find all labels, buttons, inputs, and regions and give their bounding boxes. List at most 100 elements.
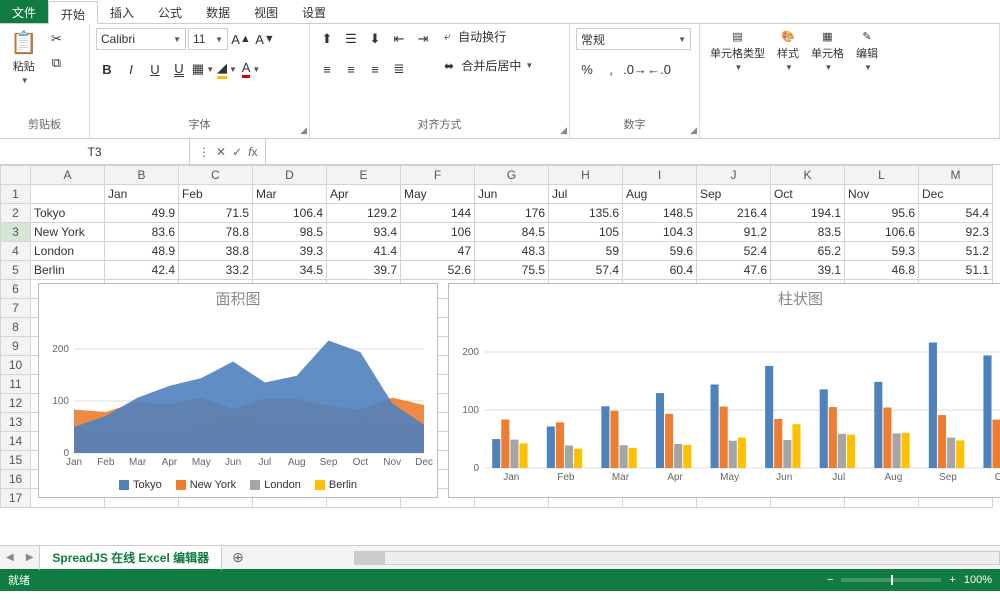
ribbon: 📋 粘贴 ▼ ✂ ⧉ 剪贴板 Calibri▼ 11▼ A▲ A▼ B I U	[0, 24, 1000, 139]
svg-text:Mar: Mar	[612, 472, 630, 483]
tab-file[interactable]: 文件	[0, 0, 48, 23]
merge-button[interactable]: ⬌ 合并后居中▼	[444, 57, 533, 74]
bold-button[interactable]: B	[96, 58, 118, 80]
tab-home[interactable]: 开始	[48, 1, 98, 24]
clipboard-icon: 📋	[10, 30, 37, 56]
align-bottom-button[interactable]: ⬇	[364, 28, 386, 50]
copy-icon: ⧉	[52, 55, 61, 71]
svg-text:Nov: Nov	[383, 457, 401, 468]
fx-button[interactable]: fx	[248, 145, 257, 159]
align-dist-button[interactable]: ≣	[388, 58, 410, 80]
increase-decimal-button[interactable]: .0→	[624, 58, 646, 80]
tab-formula[interactable]: 公式	[146, 0, 194, 23]
zoom-out-button[interactable]: −	[827, 574, 833, 586]
font-color-button[interactable]: A▼	[240, 58, 262, 80]
comma-button[interactable]: ,	[600, 58, 622, 80]
tab-data[interactable]: 数据	[194, 0, 242, 23]
add-sheet-button[interactable]: ⊕	[222, 549, 254, 566]
sheet-nav-prev[interactable]: ▶	[20, 552, 40, 563]
svg-text:Apr: Apr	[162, 457, 178, 468]
zoom-in-button[interactable]: +	[949, 574, 955, 586]
status-bar: 就绪 − + 100%	[0, 569, 1000, 591]
increase-font-button[interactable]: A▲	[230, 28, 252, 50]
align-center-button[interactable]: ≡	[340, 58, 362, 80]
align-left-button[interactable]: ≡	[316, 58, 338, 80]
sheet-tab[interactable]: SpreadJS 在线 Excel 编辑器	[39, 545, 222, 571]
cell-icon: ▦	[822, 30, 832, 43]
celltype-button[interactable]: ▤单元格类型▼	[706, 28, 769, 74]
edit-button[interactable]: ✎编辑▼	[852, 28, 882, 74]
underline-button[interactable]: U	[144, 58, 166, 80]
merge-icon: ⬌	[444, 59, 454, 73]
decrease-font-button[interactable]: A▼	[254, 28, 276, 50]
fill-color-button[interactable]: ◢▼	[216, 58, 238, 80]
number-dialog-launcher[interactable]: ◢	[690, 125, 697, 136]
copy-button[interactable]: ⧉	[45, 52, 67, 74]
italic-button[interactable]: I	[120, 58, 142, 80]
status-ready: 就绪	[8, 572, 30, 588]
cell-button[interactable]: ▦单元格▼	[807, 28, 848, 74]
accept-formula-button[interactable]: ✓	[232, 145, 242, 159]
zoom-level: 100%	[964, 574, 992, 586]
tab-insert[interactable]: 插入	[98, 0, 146, 23]
svg-text:Dec: Dec	[415, 457, 433, 468]
align-top-button[interactable]: ⬆	[316, 28, 338, 50]
decrease-decimal-button[interactable]: ←.0	[648, 58, 670, 80]
formula-input[interactable]	[265, 139, 1000, 164]
font-dialog-launcher[interactable]: ◢	[300, 125, 307, 136]
zoom-slider[interactable]	[841, 578, 941, 582]
svg-text:Aug: Aug	[884, 472, 902, 483]
edit-icon: ✎	[862, 30, 871, 43]
decrease-indent-button[interactable]: ⇤	[388, 28, 410, 50]
svg-text:Feb: Feb	[97, 457, 115, 468]
dunderline-button[interactable]: U	[168, 58, 190, 80]
svg-text:Feb: Feb	[557, 472, 575, 483]
font-name-select[interactable]: Calibri▼	[96, 28, 186, 50]
percent-button[interactable]: %	[576, 58, 598, 80]
tab-settings[interactable]: 设置	[290, 0, 338, 23]
formula-bar: T3 ⋮ ✕ ✓ fx	[0, 139, 1000, 165]
worksheet[interactable]: ABCDEFGHIJKLM1JanFebMarAprMayJunJulAugSe…	[0, 165, 1000, 545]
svg-text:Aug: Aug	[288, 457, 306, 468]
number-format-select[interactable]: 常规▼	[576, 28, 691, 50]
svg-text:200: 200	[462, 347, 479, 358]
wrap-text-button[interactable]: ⤶ 自动换行	[444, 28, 533, 45]
style-button[interactable]: 🎨样式▼	[773, 28, 803, 74]
svg-text:Oct: Oct	[995, 472, 1000, 483]
svg-text:Jul: Jul	[259, 457, 272, 468]
align-dialog-launcher[interactable]: ◢	[560, 125, 567, 136]
svg-text:Oct: Oct	[353, 457, 369, 468]
align-right-button[interactable]: ≡	[364, 58, 386, 80]
group-clipboard-label: 剪贴板	[6, 114, 83, 134]
wrap-icon: ⤶	[444, 29, 451, 44]
paste-button[interactable]: 📋 粘贴 ▼	[6, 28, 41, 87]
svg-text:Jun: Jun	[776, 472, 792, 483]
celltype-icon: ▤	[732, 30, 742, 43]
svg-text:Jul: Jul	[832, 472, 845, 483]
name-box[interactable]: T3	[0, 139, 190, 164]
svg-text:200: 200	[52, 344, 69, 355]
svg-text:Sep: Sep	[939, 472, 957, 483]
chevron-down-icon: ▼	[21, 76, 29, 85]
increase-indent-button[interactable]: ⇥	[412, 28, 434, 50]
cancel-formula-button[interactable]: ✕	[216, 145, 226, 159]
svg-text:May: May	[192, 457, 211, 468]
horizontal-scrollbar[interactable]	[354, 551, 1000, 565]
font-size-select[interactable]: 11▼	[188, 28, 228, 50]
style-icon: 🎨	[781, 30, 795, 43]
sheet-nav-first[interactable]: ◀	[0, 552, 20, 563]
svg-text:100: 100	[462, 405, 479, 416]
svg-text:Jan: Jan	[66, 457, 82, 468]
bar-chart[interactable]: 柱状图 0100200JanFebMarAprMayJunJulAugSepOc…	[448, 283, 1000, 498]
svg-text:May: May	[720, 472, 739, 483]
namebox-dropdown[interactable]: ⋮	[198, 145, 210, 159]
tab-view[interactable]: 视图	[242, 0, 290, 23]
align-middle-button[interactable]: ☰	[340, 28, 362, 50]
area-chart[interactable]: 面积图 0100200JanFebMarAprMayJunJulAugSepOc…	[38, 283, 438, 498]
svg-text:100: 100	[52, 396, 69, 407]
bucket-icon: ◢	[217, 60, 227, 79]
area-chart-legend: TokyoNew YorkLondonBerlin	[39, 476, 437, 494]
sheet-tab-bar: ◀ ▶ SpreadJS 在线 Excel 编辑器 ⊕	[0, 545, 1000, 569]
cut-button[interactable]: ✂	[45, 28, 67, 50]
border-button[interactable]: ▦▼	[192, 58, 214, 80]
